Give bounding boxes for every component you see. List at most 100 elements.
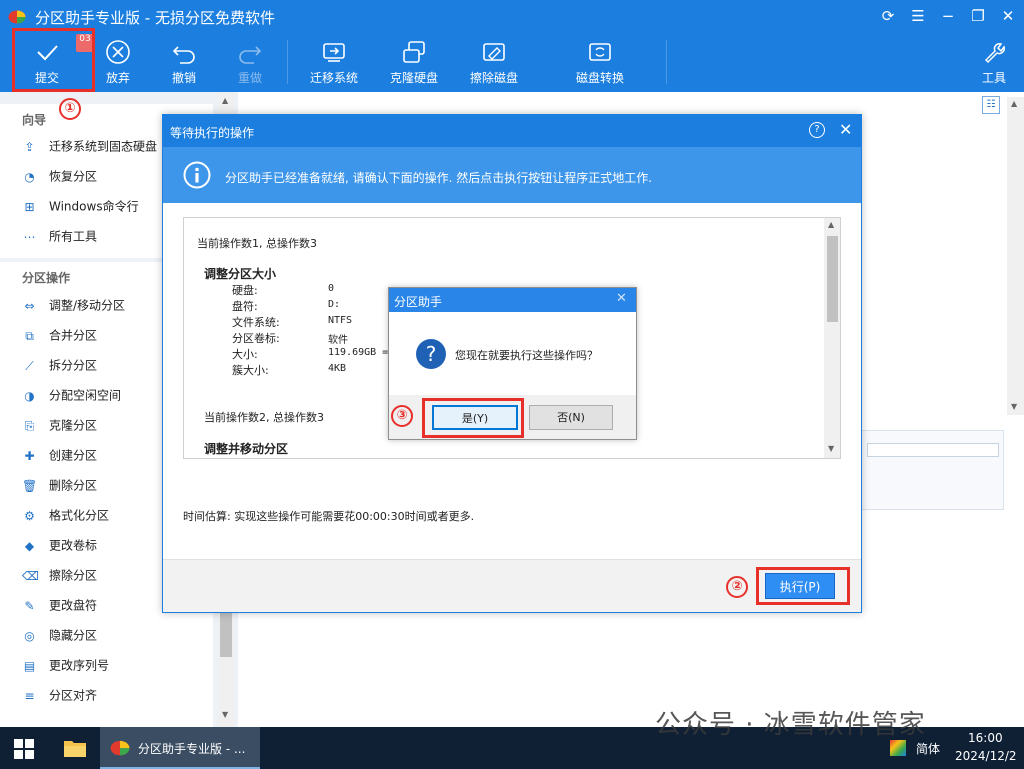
op1-field-value: 4KB	[328, 363, 347, 374]
scroll-thumb[interactable]	[220, 607, 232, 657]
scroll-down-icon[interactable]: ▼	[1011, 402, 1017, 411]
op1-field-key: 大小:	[232, 348, 258, 361]
recover-icon: ◔	[24, 169, 35, 184]
start-button[interactable]	[0, 727, 48, 769]
help-icon[interactable]: ?	[809, 122, 825, 138]
partition-op-item[interactable]: ⇔ 调整/移动分区	[22, 294, 125, 316]
toolbar-divider	[666, 40, 667, 84]
wizard-item[interactable]: ⇪ 迁移系统到固态硬盘	[22, 135, 157, 157]
wizard-item[interactable]: ⋯ 所有工具	[22, 225, 98, 247]
partition-op-item[interactable]: ⌫ 擦除分区	[22, 564, 97, 586]
wizard-item[interactable]: ⊞ Windows命令行	[22, 195, 139, 217]
toolbar: 提交 03 放弃 撤销 重做 迁移系统 克隆硬盘 擦除磁盘 磁盘转换 工具	[0, 32, 1024, 92]
partition-op-item[interactable]: ✚ 创建分区	[22, 444, 97, 466]
menu-icon[interactable]: ☰	[906, 5, 930, 27]
partition-op-item-label: 格式化分区	[49, 508, 110, 523]
clone-icon: ⎘	[24, 418, 35, 433]
confirm-message: 您现在就要执行这些操作吗？	[455, 349, 598, 362]
title-bar: 分区助手专业版 - 无损分区免费软件 ⟳ ☰ − ❐ ✕	[0, 0, 1024, 32]
partition-bar[interactable]	[867, 443, 999, 457]
partition-op-item[interactable]: ⚙ 格式化分区	[22, 504, 109, 526]
op1-field-key: 硬盘:	[232, 284, 258, 297]
confirm-dialog-title: 分区助手	[394, 295, 443, 309]
redo-icon	[239, 46, 262, 64]
partition-op-item[interactable]: ◆ 更改卷标	[22, 534, 97, 556]
clock-time[interactable]: 16:00	[968, 731, 1003, 745]
operations-scrollbar[interactable]: ▲ ▼	[824, 218, 840, 458]
partition-op-item[interactable]: ✎ 更改盘符	[22, 594, 97, 616]
info-text: 分区助手已经准备就绪, 请确认下面的操作. 然后点击执行按钮让程序正式地工作.	[225, 171, 653, 185]
time-estimate: 时间估算: 实现这些操作可能需要花00:00:30时间或者更多.	[183, 510, 475, 523]
partition-op-item[interactable]: ⧉ 合并分区	[22, 324, 97, 346]
partition-op-item[interactable]: ⟋ 拆分分区	[22, 354, 97, 376]
partition-op-item-label: 创建分区	[49, 448, 98, 463]
resize-icon: ⇔	[24, 298, 35, 313]
op1-field-value: D:	[328, 299, 341, 310]
partition-op-item[interactable]: ⎘ 克隆分区	[22, 414, 97, 436]
op1-field-value: 0	[328, 283, 335, 294]
undo-button[interactable]: 撤销	[166, 32, 202, 92]
wizard-heading: 向导	[22, 113, 47, 127]
scroll-down-icon[interactable]: ▼	[828, 444, 834, 453]
migrate-os-button[interactable]: 迁移系统	[306, 32, 362, 92]
redo-button[interactable]: 重做	[232, 32, 268, 92]
partition-op-item[interactable]: ≡ 分区对齐	[22, 684, 97, 706]
op1-field-key: 文件系统:	[232, 316, 280, 329]
scroll-up-icon[interactable]: ▲	[222, 96, 228, 105]
partition-op-item[interactable]: ▤ 更改序列号	[22, 654, 109, 676]
file-explorer-icon[interactable]	[64, 739, 86, 757]
windows-logo-icon	[14, 739, 34, 759]
scroll-thumb[interactable]	[827, 236, 838, 322]
tools-button[interactable]: 工具	[976, 32, 1012, 92]
ssd-migrate-icon: ⇪	[24, 139, 35, 154]
clock-date[interactable]: 2024/12/2	[955, 749, 1017, 763]
view-toggle-icon[interactable]: ☷	[982, 96, 1000, 114]
annotation-box-yes	[422, 398, 524, 438]
taskbar-app-partition-assistant[interactable]: 分区助手专业版 - ...	[100, 727, 260, 769]
allocate-icon: ◑	[24, 388, 35, 403]
clone-disk-icon	[403, 41, 425, 63]
tools-label: 工具	[981, 71, 1006, 85]
wizard-item[interactable]: ◔ 恢复分区	[22, 165, 97, 187]
clone-disk-label: 克隆硬盘	[389, 71, 438, 85]
tray-app-icon[interactable]	[890, 740, 906, 756]
no-button[interactable]: 否(N)	[529, 405, 613, 430]
serial-icon: ▤	[23, 658, 36, 673]
windows-icon: ⊞	[24, 199, 35, 214]
op1-field-value: 软件	[328, 335, 348, 346]
partition-op-item[interactable]: ◎ 隐藏分区	[22, 624, 97, 646]
disk-convert-button[interactable]: 磁盘转换	[572, 32, 628, 92]
restore-icon[interactable]: ❐	[966, 5, 990, 27]
partition-op-item-label: 删除分区	[49, 478, 98, 493]
scroll-up-icon[interactable]: ▲	[828, 220, 834, 229]
question-icon: ?	[416, 339, 446, 369]
minimize-icon[interactable]: −	[936, 5, 960, 27]
wizard-item-label: 迁移系统到固态硬盘	[49, 139, 158, 154]
close-icon[interactable]: ✕	[616, 291, 627, 306]
svg-text:?: ?	[426, 342, 437, 366]
scroll-up-icon[interactable]: ▲	[1011, 99, 1017, 108]
main-scrollbar[interactable]: ▲ ▼	[1007, 97, 1024, 415]
annotation-box-commit	[12, 28, 95, 92]
close-icon[interactable]: ✕	[839, 120, 852, 139]
undo-icon	[172, 46, 195, 64]
close-icon[interactable]: ✕	[996, 5, 1020, 27]
discard-button[interactable]: 放弃	[100, 32, 136, 92]
op2-header: 当前操作数2, 总操作数3	[204, 411, 324, 424]
refresh-icon[interactable]: ⟳	[876, 5, 900, 27]
scroll-down-icon[interactable]: ▼	[222, 710, 228, 719]
ime-indicator[interactable]: 简体	[916, 740, 940, 757]
wipe-disk-button[interactable]: 擦除磁盘	[466, 32, 522, 92]
partition-op-item[interactable]: ◑ 分配空闲空间	[22, 384, 121, 406]
partition-op-item-label: 分配空闲空间	[49, 388, 122, 403]
wizard-item-label: Windows命令行	[49, 199, 139, 214]
partition-op-item-label: 拆分分区	[49, 358, 98, 373]
clone-disk-button[interactable]: 克隆硬盘	[386, 32, 442, 92]
taskbar-app-label: 分区助手专业版 - ...	[138, 742, 246, 756]
disk-convert-label: 磁盘转换	[575, 71, 624, 85]
label-icon: ◆	[24, 538, 35, 553]
drive-letter-icon: ✎	[24, 598, 35, 613]
format-icon: ⚙	[24, 508, 35, 523]
align-icon: ≡	[24, 688, 35, 703]
partition-op-item[interactable]: 🗑 删除分区	[22, 474, 97, 496]
